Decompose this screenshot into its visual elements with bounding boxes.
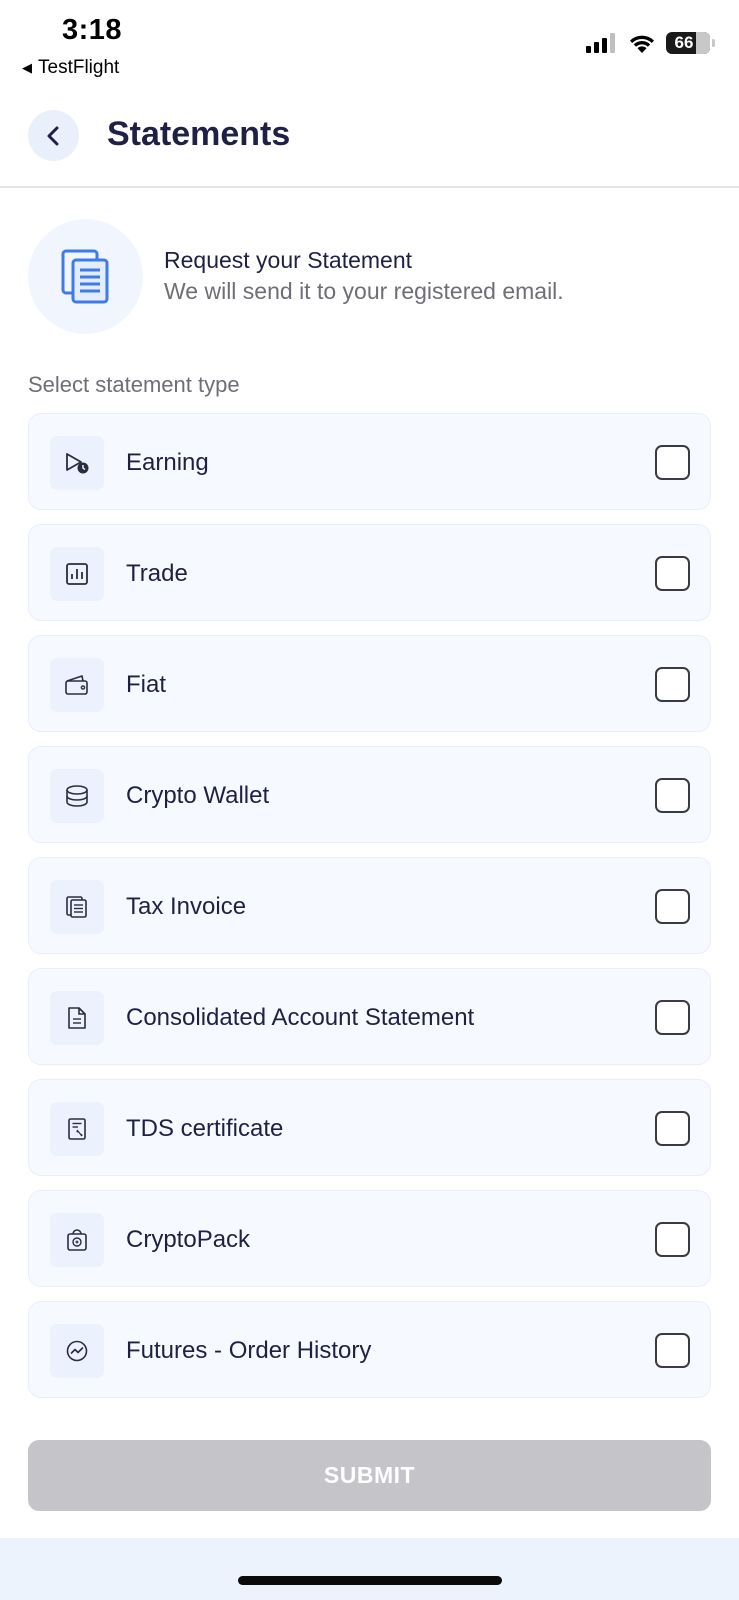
status-bar: 3:18 ◀ TestFlight 66 xyxy=(0,0,739,90)
coins-stack-icon xyxy=(66,785,88,807)
info-title: Request your Statement xyxy=(164,247,413,273)
invoice-icon xyxy=(66,896,87,918)
bottom-safe-area xyxy=(0,1538,739,1600)
battery-tip xyxy=(712,39,715,47)
option-crypto-wallet[interactable]: Crypto Wallet xyxy=(28,746,711,843)
chevron-left-icon xyxy=(47,126,58,145)
fiat-checkbox[interactable] xyxy=(655,667,690,702)
option-label: Fiat xyxy=(126,670,167,698)
system-icons: 66 xyxy=(586,32,715,54)
tds-checkbox[interactable] xyxy=(655,1111,690,1146)
page-title: Statements xyxy=(107,115,291,153)
tax-invoice-checkbox[interactable] xyxy=(655,889,690,924)
document-icon xyxy=(68,1007,86,1029)
option-trade[interactable]: Trade xyxy=(28,524,711,621)
battery-level: 66 xyxy=(674,33,694,52)
option-futures-order-history[interactable]: Futures - Order History xyxy=(28,1301,711,1398)
cryptopack-checkbox[interactable] xyxy=(655,1222,690,1257)
info-icon-circle xyxy=(28,219,143,334)
option-tax-invoice[interactable]: Tax Invoice xyxy=(28,857,711,954)
back-triangle-icon: ◀ xyxy=(22,60,32,75)
cellular-signal-icon xyxy=(586,33,615,53)
back-button[interactable] xyxy=(28,110,79,161)
option-earning[interactable]: Earning xyxy=(28,413,711,510)
option-label: Crypto Wallet xyxy=(126,781,270,809)
home-indicator xyxy=(238,1576,502,1585)
bar-chart-icon xyxy=(66,563,88,585)
tds-icon-box xyxy=(50,1102,104,1156)
statement-type-list: Earning Trade Fiat Crypto Wallet Tax Inv… xyxy=(28,413,711,1412)
option-label: Futures - Order History xyxy=(126,1336,372,1364)
tax-invoice-icon-box xyxy=(50,880,104,934)
futures-checkbox[interactable] xyxy=(655,1333,690,1368)
option-fiat[interactable]: Fiat xyxy=(28,635,711,732)
shopping-bag-icon xyxy=(67,1229,87,1251)
app-header: Statements xyxy=(0,95,739,188)
consolidated-icon-box xyxy=(50,991,104,1045)
submit-button[interactable]: SUBMIT xyxy=(28,1440,711,1511)
option-tds-certificate[interactable]: TDS certificate xyxy=(28,1079,711,1176)
earning-icon xyxy=(66,453,89,474)
option-label: Trade xyxy=(126,559,188,587)
back-to-app-link[interactable]: ◀ TestFlight xyxy=(22,57,119,79)
document-stack-icon xyxy=(61,249,108,303)
tax-certificate-icon xyxy=(68,1118,86,1140)
info-subtitle: We will send it to your registered email… xyxy=(164,278,564,304)
option-consolidated-account-statement[interactable]: Consolidated Account Statement xyxy=(28,968,711,1065)
option-label: Earning xyxy=(126,448,209,476)
trade-checkbox[interactable] xyxy=(655,556,690,591)
crypto-wallet-checkbox[interactable] xyxy=(655,778,690,813)
futures-icon-box xyxy=(50,1324,104,1378)
option-cryptopack[interactable]: CryptoPack xyxy=(28,1190,711,1287)
wallet-icon xyxy=(65,675,88,695)
option-label: Tax Invoice xyxy=(126,892,247,920)
status-time: 3:18 xyxy=(62,14,123,46)
wifi-icon xyxy=(630,35,654,53)
trade-icon-box xyxy=(50,547,104,601)
section-label: Select statement type xyxy=(28,372,240,397)
option-label: CryptoPack xyxy=(126,1225,251,1253)
crypto-wallet-icon-box xyxy=(50,769,104,823)
fiat-icon-box xyxy=(50,658,104,712)
trend-circle-icon xyxy=(66,1340,88,1362)
back-app-label: TestFlight xyxy=(38,57,120,78)
consolidated-checkbox[interactable] xyxy=(655,1000,690,1035)
battery-icon: 66 xyxy=(666,32,710,54)
cryptopack-icon-box xyxy=(50,1213,104,1267)
earning-checkbox[interactable] xyxy=(655,445,690,480)
option-label: Consolidated Account Statement xyxy=(126,1003,475,1031)
option-label: TDS certificate xyxy=(126,1114,284,1142)
earning-icon-box xyxy=(50,436,104,490)
